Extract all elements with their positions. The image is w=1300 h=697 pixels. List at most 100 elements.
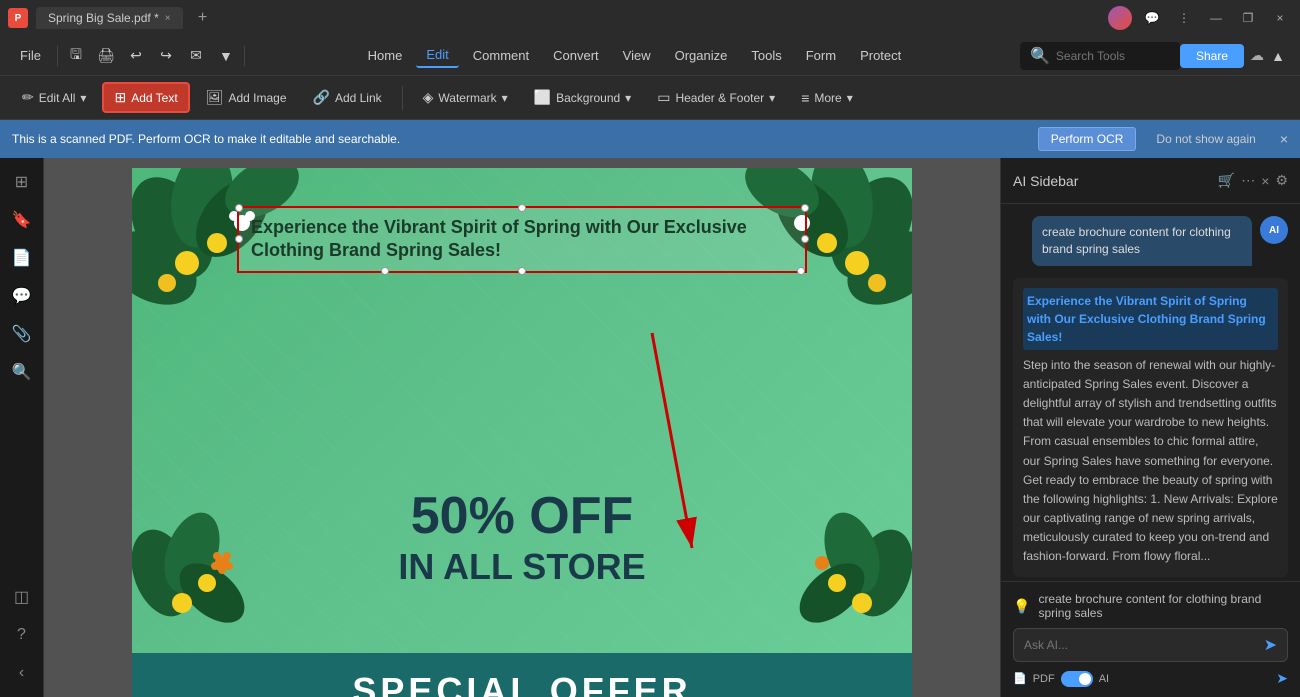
expand-icon[interactable]: ▲ [1264,42,1292,70]
menu-convert[interactable]: Convert [543,44,609,67]
save-icon[interactable]: 🖫 [62,42,90,70]
sale-store: IN ALL STORE [132,546,912,588]
ai-close-icon[interactable]: × [1261,173,1269,189]
handle-top-left[interactable] [235,204,243,212]
watermark-button[interactable]: ◈ Watermark ▾ [413,84,518,111]
handle-top[interactable] [518,204,526,212]
add-link-label: Add Link [335,91,382,105]
add-text-button[interactable]: ⊞ Add Text [102,82,189,113]
settings-icon[interactable]: ⚙ [1275,172,1288,189]
background-icon: ⬜ [534,89,551,106]
more-label: More [814,91,841,105]
canvas-area: Experience the Vibrant Spirit of Spring … [44,158,1000,697]
handle-bottom-right[interactable] [797,267,805,275]
add-text-label: Add Text [131,91,177,105]
minimize-button[interactable]: — [1204,6,1228,30]
add-image-button[interactable]: 🖼 Add Image [196,84,297,111]
header-footer-button[interactable]: ▭ Header & Footer ▾ [647,84,785,111]
menu-view[interactable]: View [613,44,661,67]
menu-items: Home Edit Comment Convert View Organize … [249,43,1020,68]
email-icon[interactable]: ✉ [182,42,210,70]
close-button[interactable]: × [1268,6,1292,30]
background-button[interactable]: ⬜ Background ▾ [524,84,642,111]
ocr-close-icon[interactable]: × [1280,131,1288,147]
add-link-button[interactable]: 🔗 Add Link [303,84,392,111]
search-field[interactable] [1056,49,1156,63]
edit-all-button[interactable]: ✏ Edit All ▾ [12,84,96,111]
handle-bottom-center[interactable] [518,267,526,275]
left-sidebar: ⊞ 🔖 📄 💬 📎 🔍 ◫ ? ‹ [0,158,44,697]
sidebar-bookmark-icon[interactable]: 🔖 [6,204,38,236]
menu-protect[interactable]: Protect [850,44,911,67]
dropdown-icon[interactable]: ▼ [212,42,240,70]
add-image-label: Add Image [228,91,286,105]
footer-prompt-row: 💡 create brochure content for clothing b… [1013,592,1288,620]
redo-icon[interactable]: ↪ [152,42,180,70]
user-avatar[interactable] [1108,6,1132,30]
sidebar-home-icon[interactable]: ⊞ [6,166,38,198]
ai-input-bar[interactable]: ➤ [1013,628,1288,662]
special-offer-text: SPECIAL OFFER [352,670,691,697]
brochure: Experience the Vibrant Spirit of Spring … [132,168,912,697]
watermark-icon: ◈ [423,89,434,106]
background-dropdown-icon: ▾ [625,91,631,105]
chat-icon[interactable]: 💬 [1140,6,1164,30]
sidebar-nav-left[interactable]: ‹ [6,657,38,689]
editable-text-box[interactable]: Experience the Vibrant Spirit of Spring … [237,206,807,273]
file-menu[interactable]: File [8,44,53,67]
sidebar-comment-icon[interactable]: 💬 [6,280,38,312]
footer-pdf-label: PDF [1033,673,1055,685]
sidebar-page-icon[interactable]: 📄 [6,242,38,274]
menu-form[interactable]: Form [796,44,846,67]
more-dots-icon[interactable]: ⋯ [1241,172,1255,189]
print-icon[interactable]: 🖨 [92,42,120,70]
tab-close-icon[interactable]: × [165,13,171,24]
handle-top-right[interactable] [801,204,809,212]
ai-input-field[interactable] [1024,638,1258,652]
header-footer-label: Header & Footer [675,91,764,105]
add-text-icon: ⊞ [114,89,126,106]
sidebar-help-icon[interactable]: ? [6,619,38,651]
footer-prompt-text: create brochure content for clothing bra… [1038,592,1288,620]
handle-right[interactable] [801,235,809,243]
toolbar-icons: 🖫 🖨 ↩ ↪ ✉ ▼ [62,42,240,70]
cloud-icon[interactable]: ☁ [1250,47,1264,64]
undo-icon[interactable]: ↩ [122,42,150,70]
maximize-button[interactable]: ❐ [1236,6,1260,30]
sidebar-attachment-icon[interactable]: 📎 [6,318,38,350]
ai-messages: create brochure content for clothing bra… [1001,204,1300,581]
cart-icon[interactable]: 🛒 [1218,172,1235,189]
sale-percent: 50% OFF [132,486,912,546]
menu-edit[interactable]: Edit [416,43,458,68]
perform-ocr-button[interactable]: Perform OCR [1038,127,1137,151]
pdf-page: Experience the Vibrant Spirit of Spring … [132,168,912,697]
edit-toolbar: ✏ Edit All ▾ ⊞ Add Text 🖼 Add Image 🔗 Ad… [0,76,1300,120]
sidebar-search-icon[interactable]: 🔍 [6,356,38,388]
active-tab[interactable]: Spring Big Sale.pdf * × [36,7,183,29]
ocr-dismiss-button[interactable]: Do not show again [1146,128,1265,150]
more-options-icon[interactable]: ⋮ [1172,6,1196,30]
new-tab-button[interactable]: + [191,6,215,30]
search-tools-input[interactable]: 🔍 [1020,42,1180,70]
arrow-right-icon[interactable]: ➤ [1276,670,1288,687]
menu-comment[interactable]: Comment [463,44,539,67]
menu-home[interactable]: Home [358,44,413,67]
watermark-label: Watermark [438,91,496,105]
ai-sidebar-header: AI Sidebar 🛒 ⋯ × ⚙ [1001,158,1300,204]
ocr-banner: This is a scanned PDF. Perform OCR to ma… [0,120,1300,158]
handle-bottom-left[interactable] [381,267,389,275]
sidebar-layers-icon[interactable]: ◫ [6,581,38,613]
watermark-dropdown-icon: ▾ [502,91,508,105]
menu-tools[interactable]: Tools [741,44,791,67]
share-button[interactable]: Share [1180,44,1244,68]
ai-toggle[interactable] [1061,671,1093,687]
more-button[interactable]: ≡ More ▾ [791,85,863,111]
link-icon: 🔗 [313,89,330,106]
handle-left[interactable] [235,235,243,243]
send-icon[interactable]: ➤ [1264,635,1277,655]
edit-all-label: Edit All [39,91,76,105]
more-icon: ≡ [801,90,809,106]
menu-organize[interactable]: Organize [665,44,738,67]
header-icon: ▭ [657,89,670,106]
edit-icon: ✏ [22,89,34,106]
